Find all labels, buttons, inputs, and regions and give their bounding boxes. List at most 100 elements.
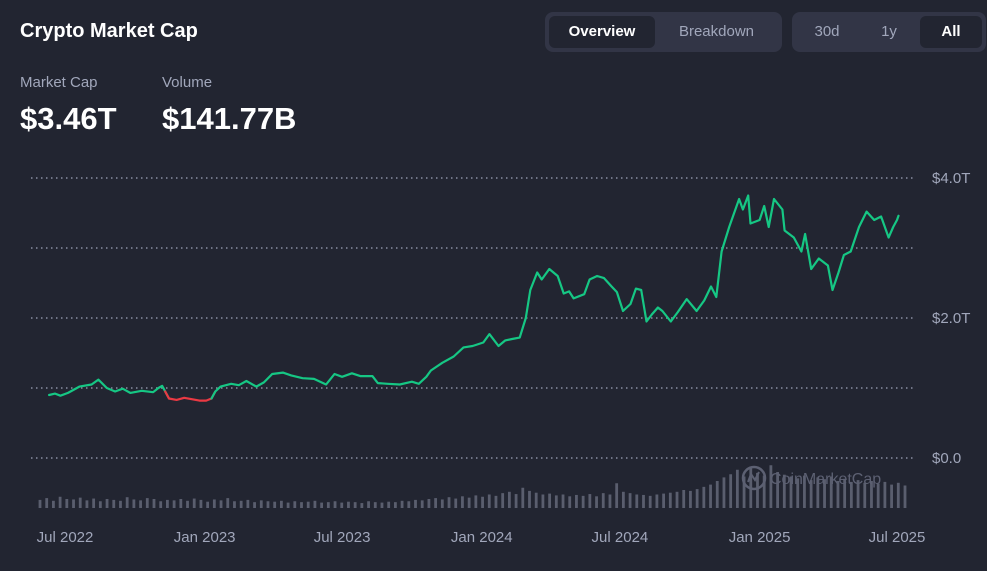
volume-bar [353, 502, 357, 508]
volume-bar [467, 497, 471, 508]
volume-bar [58, 496, 62, 508]
volume-bar [212, 499, 216, 508]
volume-bar [521, 487, 525, 508]
volume-bar [883, 481, 887, 508]
volume-bar [675, 491, 679, 508]
volume-bar [387, 501, 391, 508]
volume-bar [367, 501, 370, 508]
x-tick-label: Jan 2023 [174, 529, 236, 546]
volume-bar [38, 499, 42, 508]
watermark-text: CoinMarketCap [770, 471, 881, 488]
volume-bar [420, 500, 424, 508]
series-line-up [47, 378, 171, 400]
volume-bar [635, 494, 639, 508]
volume-bar [541, 494, 545, 508]
volume-bar [98, 501, 102, 508]
y-tick-label: $4.0T [932, 170, 970, 187]
volume-bar [92, 498, 96, 508]
volume-bar [896, 482, 900, 508]
volume-bar [608, 494, 612, 508]
volume-bar [615, 483, 619, 508]
volume-bar [326, 502, 330, 508]
volume-bar [628, 493, 632, 508]
volume-bar [253, 502, 256, 508]
volume-bar [333, 501, 337, 508]
volume-bar [300, 502, 303, 508]
x-tick-label: Jul 2023 [314, 529, 371, 546]
volume-bar [72, 499, 75, 508]
volume-bar [166, 499, 169, 508]
volume-bar [246, 499, 250, 508]
x-tick-label: Jul 2025 [869, 529, 926, 546]
x-tick-label: Jul 2024 [592, 529, 649, 546]
volume-bar [668, 492, 672, 508]
volume-bar [427, 499, 431, 508]
volume-bar [662, 493, 666, 508]
volume-bar [199, 499, 203, 508]
volume-bar [266, 501, 270, 508]
volume-bar [380, 502, 384, 508]
volume-bar [279, 500, 283, 508]
volume-bar [192, 498, 196, 508]
volume-bar [481, 496, 484, 508]
volume-bar [414, 499, 417, 508]
x-tick-label: Jan 2025 [729, 529, 791, 546]
volume-bar [347, 501, 350, 508]
volume-bar [568, 496, 572, 508]
volume-bar [447, 497, 451, 508]
market-cap-chart[interactable]: CoinMarketCap $0.0 $2.0T $4.0T Jul 2022 Jan… [0, 0, 987, 571]
volume-bar [715, 481, 719, 508]
volume-bar [648, 495, 652, 508]
volume-bar [890, 484, 893, 508]
volume-bar [601, 493, 605, 508]
volume-bar [65, 499, 69, 508]
volume-bar [273, 501, 277, 508]
volume-bar [581, 495, 585, 508]
volume-bar [159, 501, 163, 508]
volume-bar [78, 497, 82, 508]
volume-bar [226, 498, 230, 508]
volume-bar [554, 495, 558, 508]
volume-bar [514, 494, 518, 508]
volume-bar [588, 494, 592, 508]
volume-bar [655, 494, 659, 508]
volume-bar [286, 502, 290, 508]
x-tick-label: Jul 2022 [37, 529, 94, 546]
volume-bar [621, 491, 625, 508]
volume-bar [722, 477, 726, 508]
volume-bar [528, 490, 531, 508]
volume-bar [729, 474, 733, 508]
volume-bar [434, 498, 438, 508]
volume-bar [407, 501, 411, 508]
volume-bar [534, 492, 538, 508]
volume-bar [85, 500, 89, 508]
volume-bar [561, 494, 565, 508]
volume-bar [45, 498, 49, 508]
volume-bar [125, 497, 129, 508]
volume-bar [259, 500, 263, 508]
volume-bar [400, 500, 404, 508]
volume-bar [320, 502, 324, 508]
volume-bar [360, 503, 364, 508]
y-tick-label: $0.0 [932, 450, 961, 467]
volume-bar [548, 493, 552, 508]
volume-bar [139, 500, 142, 508]
volume-bar [474, 495, 478, 508]
volume-bar [239, 500, 243, 508]
volume-bar [689, 490, 692, 508]
volume-bar [152, 499, 156, 508]
volume-bar [172, 500, 176, 508]
volume-bar [440, 499, 444, 508]
volume-bar [186, 500, 189, 508]
volume-bar [119, 500, 122, 508]
volume-bar [206, 501, 210, 508]
volume-bar [501, 493, 505, 508]
volume-bar [145, 498, 149, 508]
y-tick-label: $2.0T [932, 310, 970, 327]
volume-bar [219, 500, 223, 508]
volume-bar [682, 490, 686, 508]
volume-bar [179, 499, 183, 508]
volume-bar [373, 502, 377, 508]
volume-bar [132, 499, 136, 508]
volume-bar [494, 495, 498, 508]
